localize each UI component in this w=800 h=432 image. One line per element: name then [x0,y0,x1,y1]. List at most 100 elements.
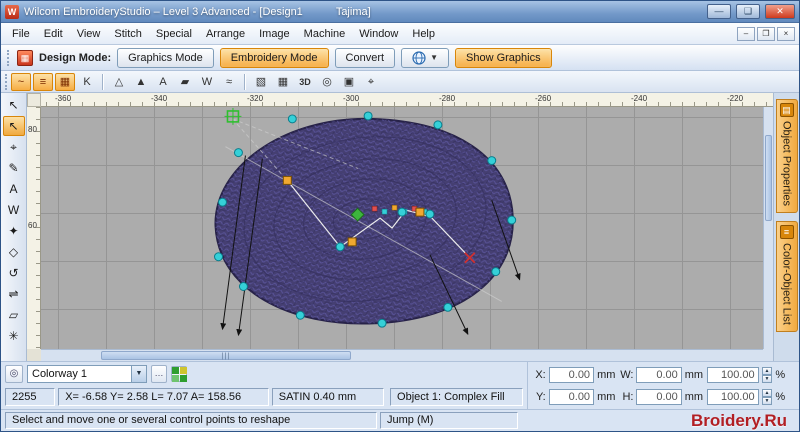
h-ruler: -360 -340 -320 -300 -280 -260 -240 -220 [41,93,773,107]
pointer-position: X= -6.58 Y= 2.58 L= 7.07 A= 158.56 [58,388,269,407]
menubar: File Edit View Stitch Special Arrange Image Mac… [1,23,799,45]
selected-object-info: Object 1: Complex Fill [390,388,523,407]
scale-x-field[interactable]: 100.00 [707,366,759,383]
graphics-mode-button[interactable]: Graphics Mode [117,47,214,68]
stitch-count: 2255 [5,388,56,407]
graphics-mode-label: Graphics Mode [128,51,203,64]
wave-fill-icon[interactable]: ≈ [219,73,239,91]
globe-button[interactable]: ▼ [401,47,449,68]
design-canvas[interactable] [41,107,763,349]
ruler-corner [27,93,41,107]
rotate-tool[interactable]: ↺ [3,263,25,283]
design-mode-label: Design Mode: [39,51,112,64]
w-field[interactable]: 0.00 [636,366,682,383]
motif-tool[interactable]: W [3,200,25,220]
v-ruler-label: 60 [28,221,37,230]
menu-item-edit[interactable]: Edit [37,25,70,43]
measure-icon[interactable]: ⌖ [361,73,381,91]
menu-item-stitch[interactable]: Stitch [107,25,149,43]
column-b-icon[interactable]: ▲ [131,73,151,91]
tab-object-properties[interactable]: ▤ Object Properties [775,99,798,213]
digitize-tool[interactable]: ✎ [3,158,25,178]
colorway-colors-icon[interactable] [171,365,187,382]
select-tool[interactable]: ↖ [3,95,25,115]
h-ruler-label: -320 [247,94,264,103]
tatami-stitch-icon[interactable]: ▦ [55,72,75,91]
globe-icon [412,50,426,65]
toolbar-separator [244,73,246,90]
toolbar-grip[interactable] [7,49,11,66]
motif-run-icon[interactable]: K [77,73,97,91]
colorway-value: Colorway 1 [32,367,88,380]
status-bar: 2255 X= -6.58 Y= 2.58 L= 7.07 A= 158.56 … [1,386,527,410]
column-a-icon[interactable]: △ [109,73,129,91]
mdi-minimize-button[interactable]: – [737,26,755,41]
motif-fill-icon[interactable]: W [197,73,217,91]
complex-fill-icon[interactable]: ▰ [175,73,195,91]
grid-icon[interactable]: ▦ [273,73,293,91]
close-button[interactable]: ✕ [765,4,795,19]
color-object-list-icon: ≡ [779,224,794,239]
overview-window-icon[interactable]: ▣ [339,73,359,91]
start-point-marker[interactable] [224,107,242,125]
embroidery-mode-label: Embroidery Mode [230,51,318,64]
menu-item-arrange[interactable]: Arrange [199,25,252,43]
hint-message: Select and move one or several control p… [5,412,377,429]
toolbar-grip[interactable] [5,73,9,90]
scale-y-field[interactable]: 100.00 [707,388,759,405]
mdi-close-button[interactable]: × [777,26,795,41]
current-stitch-type: SATIN 0.40 mm [271,388,385,407]
horizontal-scrollbar-thumb[interactable]: ||| [101,351,351,360]
satin-stitch-icon[interactable]: ≡ [33,72,53,91]
mdi-restore-button[interactable]: ❐ [757,26,775,41]
reshape-tool[interactable]: ↖ [2,116,25,136]
run-stitch-icon[interactable]: ~ [11,72,31,91]
bottom-dock: ◎ Colorway 1 ▼ … 2255 X= -6.58 Y= 2.58 L… [1,361,799,409]
lettering-tool[interactable]: A [3,179,25,199]
x-label: X: [535,368,546,381]
menu-item-help[interactable]: Help [405,25,442,43]
maximize-button[interactable]: ❑ [736,4,760,19]
shape-tool[interactable]: ▱ [3,305,25,325]
menu-item-image[interactable]: Image [252,25,297,43]
scale-x-spinner[interactable]: ▲ ▼ [761,366,773,383]
backdrop-icon[interactable]: ▧ [251,73,271,91]
menu-item-special[interactable]: Special [149,25,199,43]
menu-item-machine[interactable]: Machine [297,25,353,43]
vertical-scrollbar-thumb[interactable] [765,135,772,221]
vertical-scrollbar[interactable] [763,107,773,349]
embroidery-object[interactable] [214,117,514,325]
show-graphics-button[interactable]: Show Graphics [455,47,552,68]
v-ruler: 80 60 [27,107,41,349]
outline-tool[interactable]: ◇ [3,242,25,262]
h-field[interactable]: 0.00 [636,388,682,405]
mirror-tool[interactable]: ⇌ [3,284,25,304]
pin-icon[interactable]: ◎ [5,364,23,383]
design-svg [214,107,521,337]
threed-effect-icon[interactable]: 3D [295,73,315,91]
horizontal-scrollbar[interactable]: ||| [41,349,763,361]
colorway-select[interactable]: Colorway 1 ▼ [27,364,147,383]
h-unit: mm [684,390,704,403]
lettering-icon[interactable]: A [153,73,173,91]
watermark: Broidery.Ru [690,410,787,430]
scale-y-spinner[interactable]: ▲ ▼ [761,388,773,405]
embroidery-mode-button[interactable]: Embroidery Mode [219,47,329,68]
colorway-options-button[interactable]: … [151,364,167,383]
x-field[interactable]: 0.00 [548,366,595,383]
chevron-down-icon[interactable]: ▼ [131,365,146,382]
scale-y-pct: % [775,390,786,403]
zoom-icon[interactable]: ◎ [317,73,337,91]
fill-tool[interactable]: ✦ [3,221,25,241]
window-title-machine: Tajima] [335,5,371,18]
tab-color-object-list[interactable]: ≡ Color-Object List [775,220,798,332]
convert-button[interactable]: Convert [334,47,396,68]
node-edit-tool[interactable]: ✳ [3,326,25,346]
y-field[interactable]: 0.00 [548,388,595,405]
menu-item-view[interactable]: View [70,25,108,43]
measure-tool[interactable]: ⌖ [3,137,25,157]
menu-item-file[interactable]: File [5,25,37,43]
h-ruler-label: -360 [55,94,72,103]
minimize-button[interactable]: — [707,4,731,19]
menu-item-window[interactable]: Window [352,25,405,43]
